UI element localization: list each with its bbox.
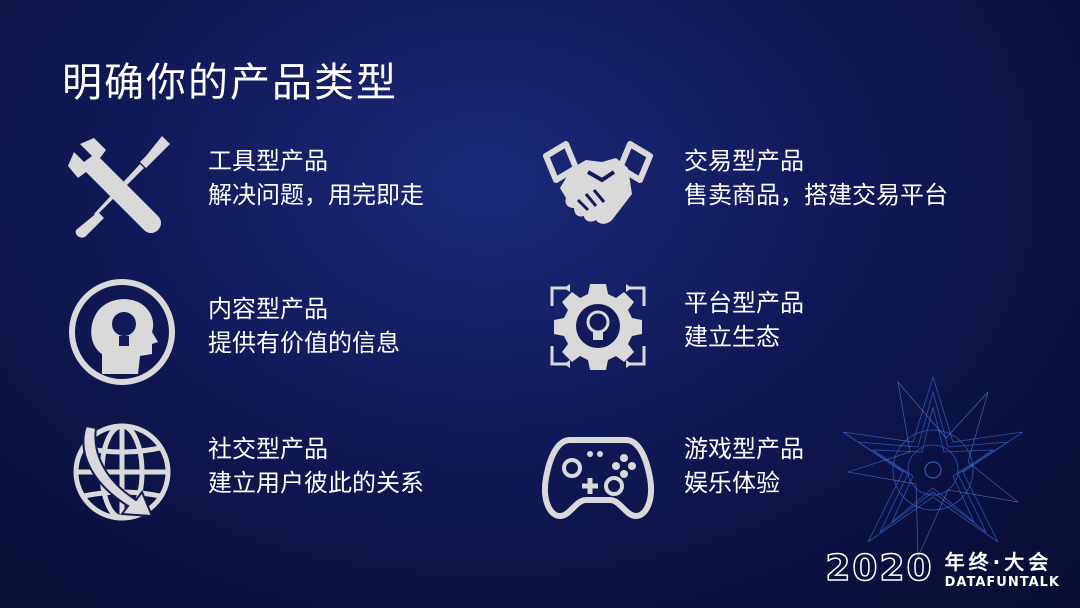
product-type-content: 内容型产品 提供有价值的信息	[66, 276, 536, 396]
item-name: 平台型产品	[684, 289, 804, 317]
item-name: 内容型产品	[208, 295, 328, 323]
page-title: 明确你的产品类型	[62, 60, 398, 106]
item-desc: 建立用户彼此的关系	[208, 469, 424, 497]
globe-arrow-icon	[66, 416, 178, 528]
gear-cycle-icon	[542, 270, 654, 382]
tools-icon	[66, 128, 178, 240]
item-desc: 提供有价值的信息	[208, 329, 400, 357]
item-desc: 娱乐体验	[684, 469, 780, 497]
item-name: 交易型产品	[684, 147, 804, 175]
conference-logo: 2020 年终·大会 DATAFUNTALK	[825, 546, 1060, 590]
gamepad-icon	[542, 416, 654, 528]
item-desc: 解决问题，用完即走	[208, 181, 424, 209]
item-name: 游戏型产品	[684, 435, 804, 463]
decorative-star-graphic	[838, 372, 1028, 562]
handshake-icon	[542, 128, 654, 240]
item-desc: 售卖商品，搭建交易平台	[684, 181, 948, 209]
logo-cn: 年终·大会	[944, 550, 1053, 574]
item-name: 工具型产品	[208, 147, 328, 175]
logo-en: DATAFUNTALK	[944, 575, 1060, 590]
logo-year: 2020	[825, 547, 934, 590]
item-name: 社交型产品	[208, 435, 328, 463]
item-desc: 建立生态	[684, 323, 780, 351]
product-type-trade: 交易型产品 售卖商品，搭建交易平台	[542, 128, 1012, 248]
head-bulb-icon	[66, 276, 178, 388]
product-type-social: 社交型产品 建立用户彼此的关系	[66, 416, 536, 536]
product-type-tool: 工具型产品 解决问题，用完即走	[66, 128, 536, 248]
